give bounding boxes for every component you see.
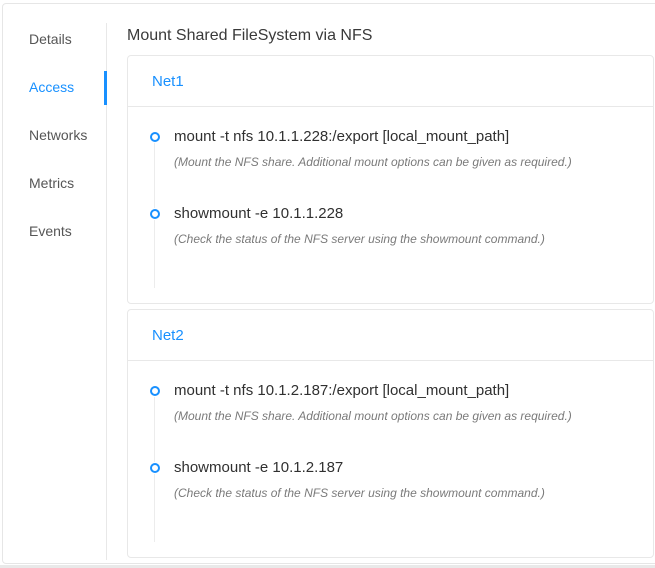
timeline-tail bbox=[154, 474, 155, 542]
tab-label: Metrics bbox=[29, 175, 74, 191]
timeline-item: mount -t nfs 10.1.1.228:/export [local_m… bbox=[150, 127, 629, 204]
active-tab-indicator bbox=[104, 71, 107, 105]
tab-label: Access bbox=[29, 79, 74, 95]
sidebar-item-networks[interactable]: Networks bbox=[3, 119, 106, 151]
timeline-tail bbox=[154, 220, 155, 288]
sidebar-tabs: Details Access Networks Metrics Events bbox=[3, 23, 107, 560]
timeline-item: showmount -e 10.1.2.187 (Check the statu… bbox=[150, 458, 629, 501]
sidebar-item-access[interactable]: Access bbox=[3, 71, 106, 103]
timeline-dot-icon bbox=[150, 209, 160, 219]
showmount-command: showmount -e 10.1.2.187 bbox=[174, 458, 629, 477]
main-content: Mount Shared FileSystem via NFS Net1 mou… bbox=[107, 4, 655, 563]
timeline-dot-icon bbox=[150, 386, 160, 396]
timeline-item: mount -t nfs 10.1.2.187:/export [local_m… bbox=[150, 381, 629, 458]
timeline-item: showmount -e 10.1.1.228 (Check the statu… bbox=[150, 204, 629, 247]
network-card-body: mount -t nfs 10.1.2.187:/export [local_m… bbox=[128, 361, 653, 557]
network-card-header: Net2 bbox=[128, 310, 653, 361]
mount-command: mount -t nfs 10.1.2.187:/export [local_m… bbox=[174, 381, 629, 400]
showmount-command-note: (Check the status of the NFS server usin… bbox=[174, 486, 629, 501]
timeline-dot-icon bbox=[150, 463, 160, 473]
network-name: Net1 bbox=[152, 73, 184, 90]
timeline-tail bbox=[154, 143, 155, 208]
network-card-net2: Net2 mount -t nfs 10.1.2.187:/export [lo… bbox=[127, 309, 654, 558]
tab-label: Networks bbox=[29, 127, 87, 143]
showmount-command-note: (Check the status of the NFS server usin… bbox=[174, 232, 629, 247]
network-card-body: mount -t nfs 10.1.1.228:/export [local_m… bbox=[128, 107, 653, 303]
showmount-command: showmount -e 10.1.1.228 bbox=[174, 204, 629, 223]
network-card-net1: Net1 mount -t nfs 10.1.1.228:/export [lo… bbox=[127, 55, 654, 304]
mount-command: mount -t nfs 10.1.1.228:/export [local_m… bbox=[174, 127, 629, 146]
sidebar-item-details[interactable]: Details bbox=[3, 23, 106, 55]
network-name: Net2 bbox=[152, 327, 184, 344]
tab-label: Details bbox=[29, 31, 72, 47]
access-panel: Details Access Networks Metrics Events M… bbox=[2, 3, 655, 564]
timeline-dot-icon bbox=[150, 132, 160, 142]
network-card-header: Net1 bbox=[128, 56, 653, 107]
timeline-tail bbox=[154, 397, 155, 462]
page-title: Mount Shared FileSystem via NFS bbox=[127, 26, 654, 46]
mount-command-note: (Mount the NFS share. Additional mount o… bbox=[174, 155, 629, 170]
sidebar-item-metrics[interactable]: Metrics bbox=[3, 167, 106, 199]
mount-command-note: (Mount the NFS share. Additional mount o… bbox=[174, 409, 629, 424]
tab-label: Events bbox=[29, 223, 72, 239]
sidebar-item-events[interactable]: Events bbox=[3, 215, 106, 247]
